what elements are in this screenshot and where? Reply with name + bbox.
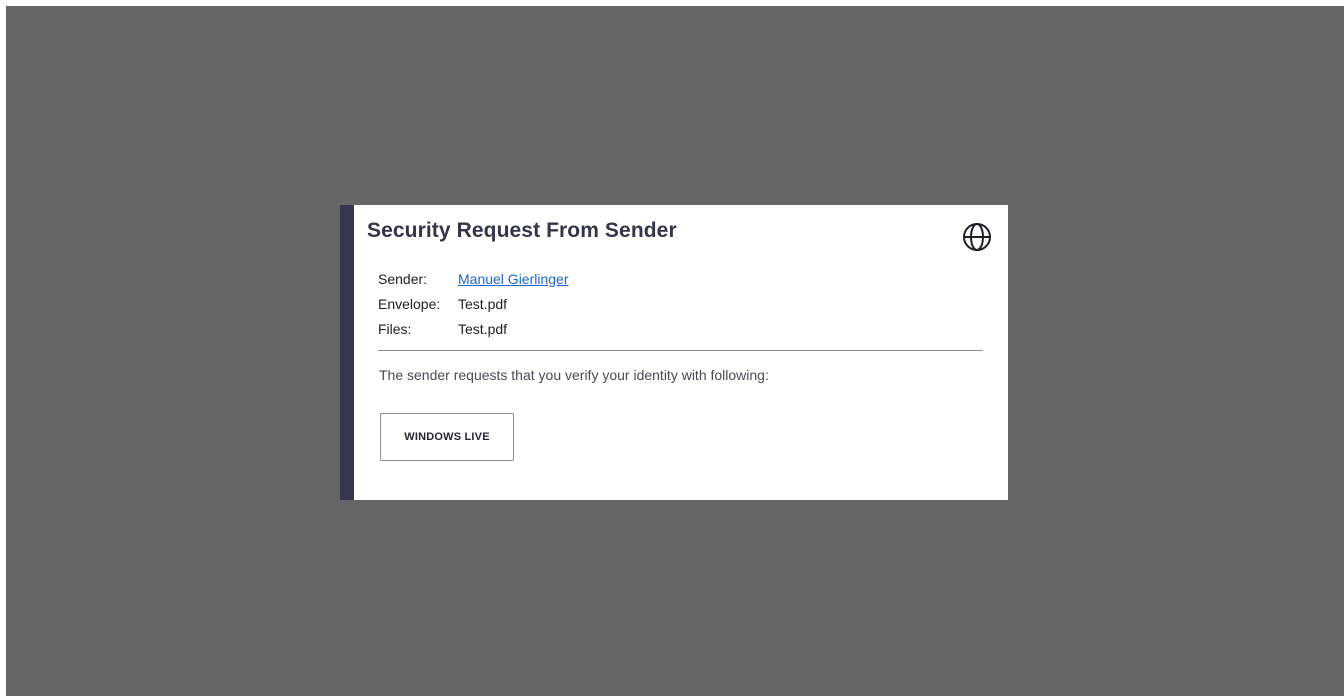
detail-label: Envelope: <box>378 295 441 312</box>
detail-row-files: Files: Test.pdf <box>378 316 569 341</box>
detail-label: Sender: <box>378 270 428 287</box>
security-request-dialog: Security Request From Sender Sender: Man… <box>340 205 1008 500</box>
dialog-title: Security Request From Sender <box>367 219 677 242</box>
envelope-details: Sender: Manuel Gierlinger Envelope: Test… <box>378 266 569 341</box>
globe-icon <box>963 223 991 251</box>
verification-message: The sender requests that you verify your… <box>379 367 769 383</box>
detail-row-sender: Sender: Manuel Gierlinger <box>378 266 569 291</box>
dialog-accent-bar <box>340 205 354 500</box>
language-button[interactable] <box>961 221 993 253</box>
windows-live-button[interactable]: WINDOWS LIVE <box>380 413 514 461</box>
sender-link[interactable]: Manuel Gierlinger <box>458 271 569 287</box>
envelope-name: Test.pdf <box>458 295 508 312</box>
detail-label: Files: <box>378 320 412 337</box>
detail-row-envelope: Envelope: Test.pdf <box>378 291 569 316</box>
file-name: Test.pdf <box>458 320 508 337</box>
divider <box>378 350 983 351</box>
